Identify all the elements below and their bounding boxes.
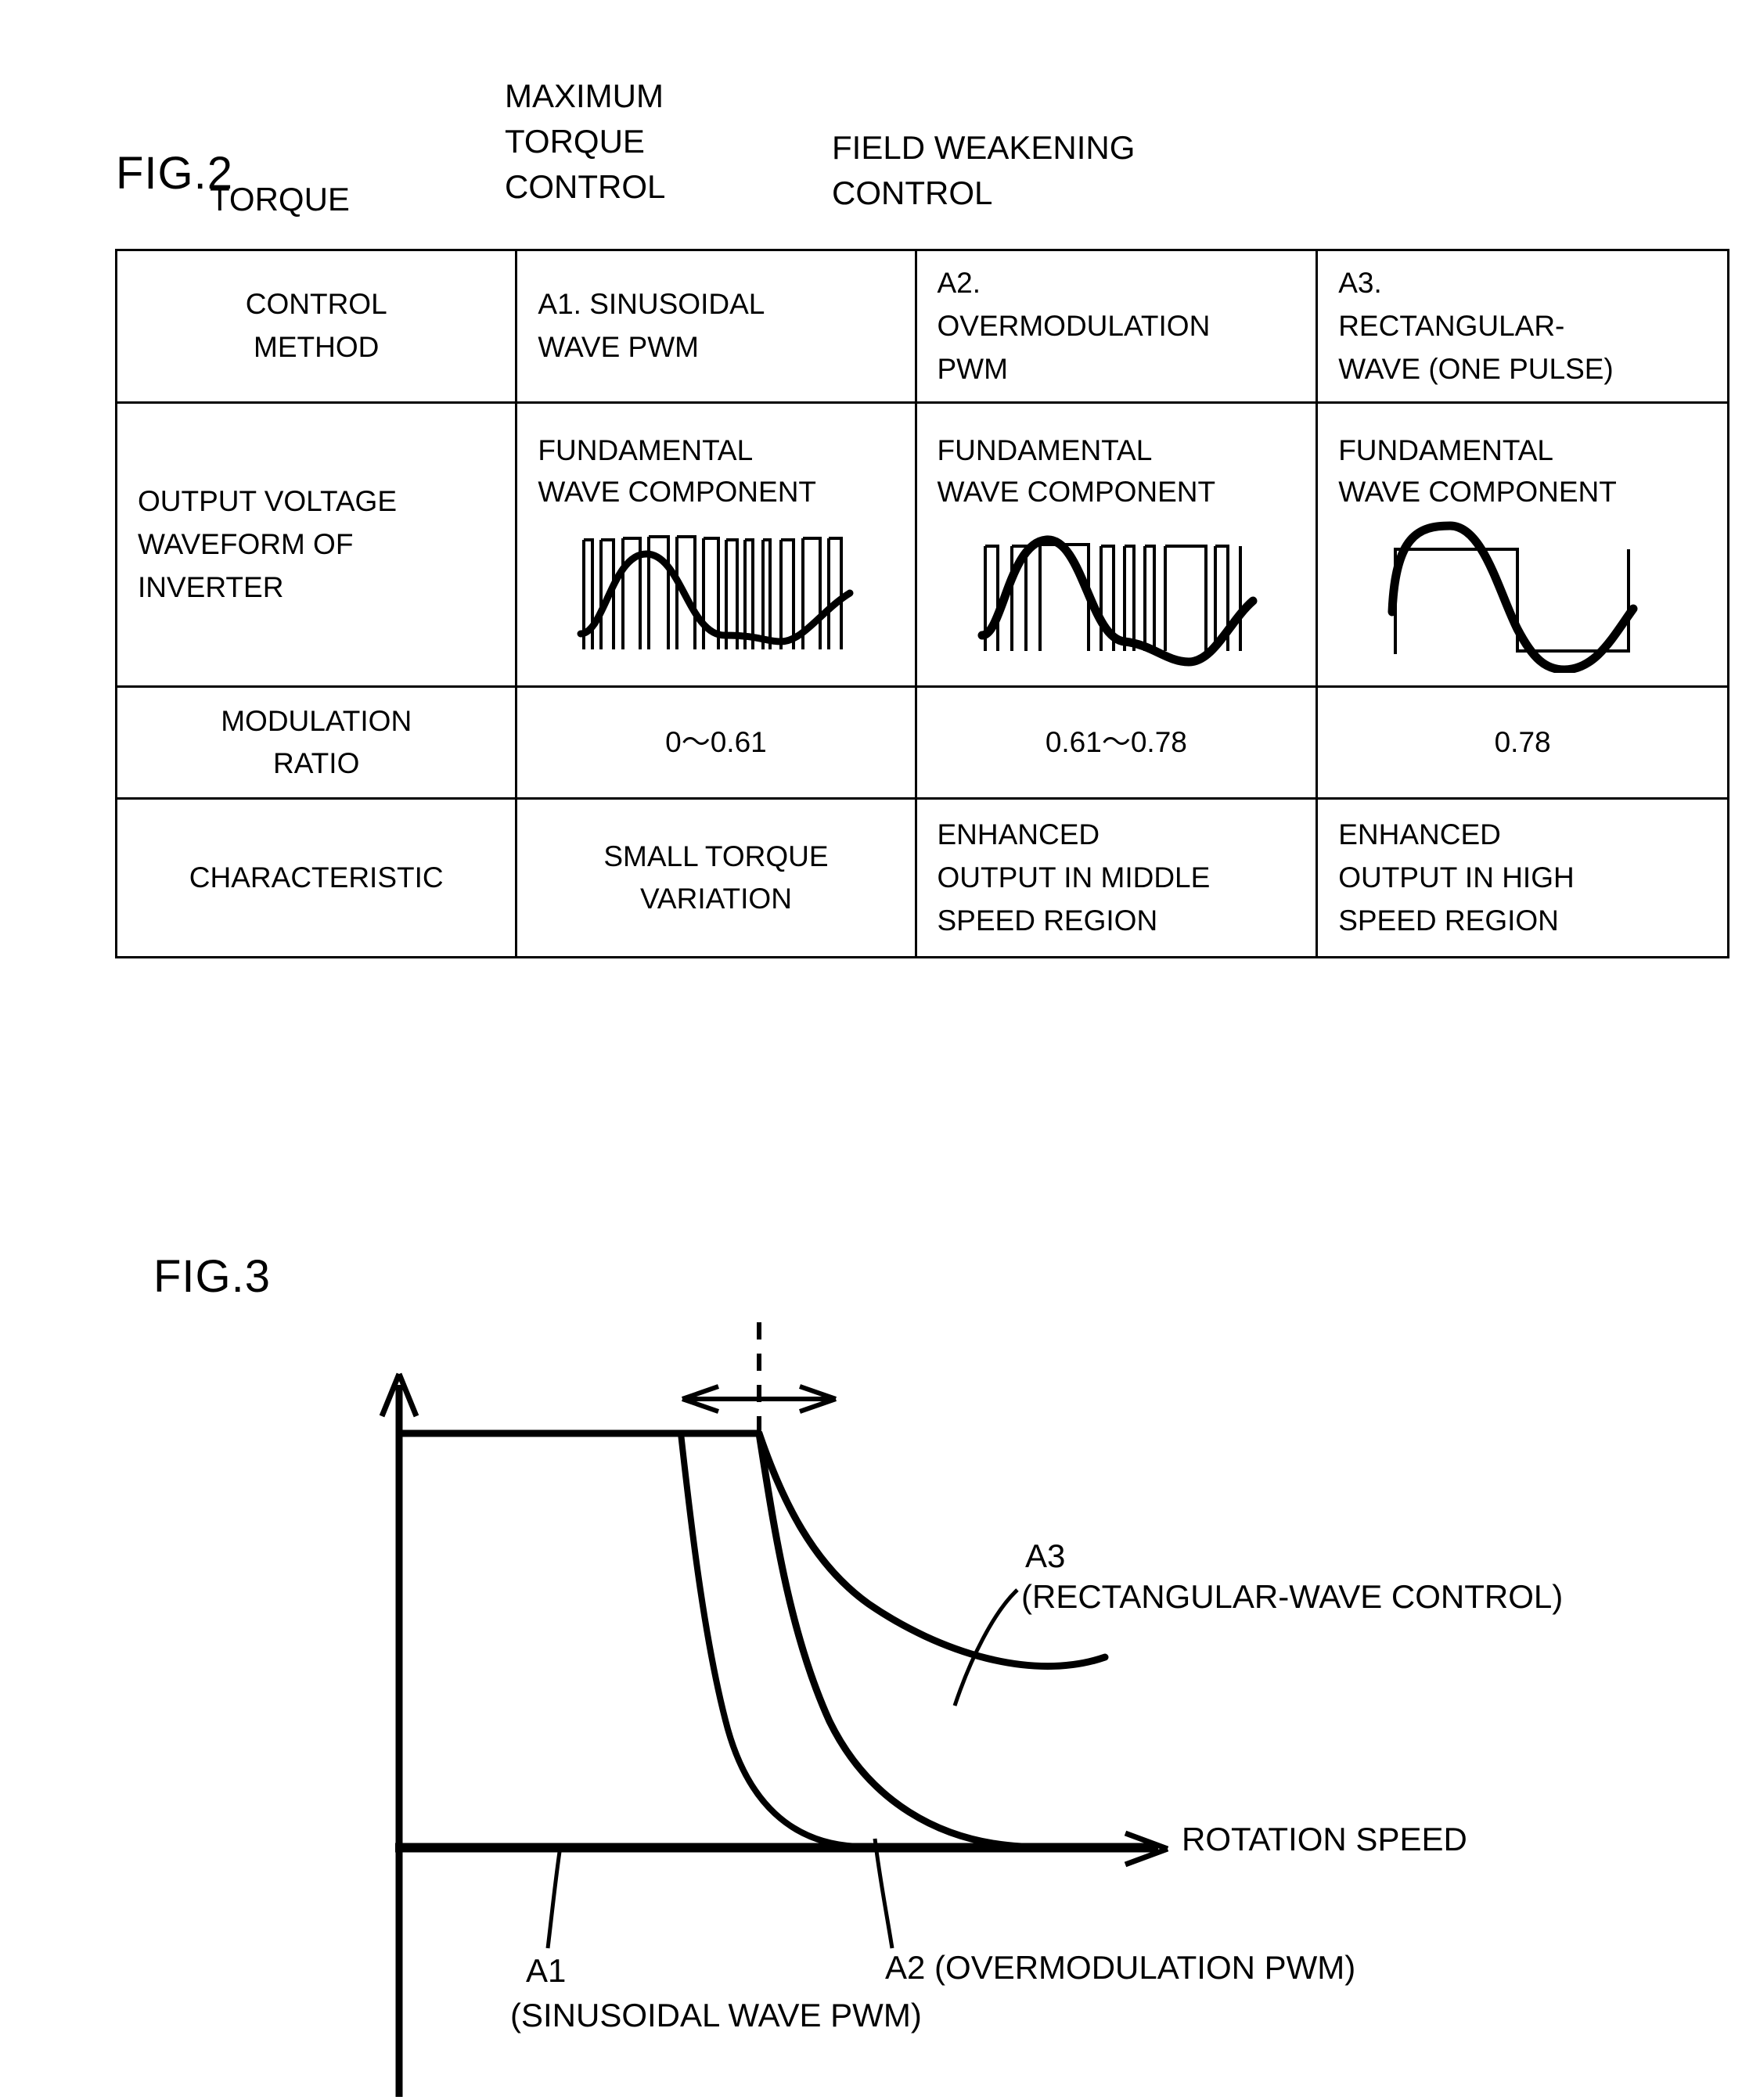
cell-a2-characteristic: ENHANCED OUTPUT IN MIDDLE SPEED REGION	[914, 797, 1319, 959]
cell-a2-fundamental-label: FUNDAMENTAL WAVE COMPONENT	[937, 433, 1216, 509]
cell-a1-characteristic-text: SMALL TORQUE VARIATION	[603, 840, 829, 915]
table-row-characteristic: CHARACTERISTIC SMALL TORQUE VARIATION ENH…	[114, 797, 1729, 959]
row-label-characteristic: CHARACTERISTIC	[114, 797, 518, 959]
x-axis-line	[395, 1830, 1169, 1868]
row-label-control-method-text: CONTROL METHOD	[245, 288, 387, 364]
rectangular-wave-waveform-icon	[1387, 521, 1638, 673]
x-axis-label: ROTATION SPEED	[1182, 1821, 1467, 1857]
cell-a1-modulation-ratio-text: 0～0.61	[665, 725, 767, 758]
cell-a2-title: A2. OVERMODULATION PWM	[914, 248, 1319, 405]
row-label-output-voltage-waveform-text: OUTPUT VOLTAGE WAVEFORM OF INVERTER	[138, 485, 397, 603]
table-row-modulation-ratio: MODULATION RATIO 0～0.61 0.61～0.78 0.78	[114, 685, 1729, 800]
cell-a1-characteristic: SMALL TORQUE VARIATION	[515, 797, 917, 959]
cell-a2-waveform: FUNDAMENTAL WAVE COMPONENT	[914, 401, 1319, 689]
curve-label-a3: A3	[1025, 1537, 1066, 1574]
cell-a2-title-text: A2. OVERMODULATION PWM	[937, 267, 1211, 385]
cell-a2-characteristic-text: ENHANCED OUTPUT IN MIDDLE SPEED REGION	[937, 818, 1211, 937]
region-label-field-weakening-control: FIELD WEAKENING CONTROL	[832, 129, 1136, 211]
y-axis-label: TORQUE	[210, 181, 350, 218]
cell-a3-modulation-ratio-text: 0.78	[1494, 725, 1551, 758]
curve-label-a1: A1	[526, 1952, 567, 1989]
cell-a2-modulation-ratio-text: 0.61～0.78	[1045, 725, 1187, 758]
curve-sublabel-a1: (SINUSOIDAL WAVE PWM)	[510, 1997, 922, 2033]
table-row-control-method: CONTROL METHOD A1. SINUSOIDAL WAVE PWM A2.…	[114, 248, 1729, 405]
sinusoidal-pwm-waveform-icon	[577, 534, 854, 649]
cell-a1-title: A1. SINUSOIDAL WAVE PWM	[515, 248, 917, 405]
table-row-output-voltage-waveform: OUTPUT VOLTAGE WAVEFORM OF INVERTER FUNDAM…	[114, 401, 1729, 689]
cell-a3-title-text: A3. RECTANGULAR- WAVE (ONE PULSE)	[1338, 267, 1614, 385]
cell-a1-fundamental-label: FUNDAMENTAL WAVE COMPONENT	[538, 433, 817, 509]
cell-a3-fundamental-label: FUNDAMENTAL WAVE COMPONENT	[1338, 433, 1617, 509]
row-label-characteristic-text: CHARACTERISTIC	[189, 861, 444, 894]
cell-a2-modulation-ratio: 0.61～0.78	[914, 685, 1319, 800]
row-label-modulation-ratio-text: MODULATION RATIO	[221, 704, 412, 780]
row-label-control-method: CONTROL METHOD	[114, 248, 518, 405]
cell-a3-waveform: FUNDAMENTAL WAVE COMPONENT	[1316, 401, 1729, 689]
leader-line-a1	[545, 1846, 563, 1949]
curve-label-a2: A2 (OVERMODULATION PWM)	[885, 1949, 1356, 1986]
cell-a1-waveform: FUNDAMENTAL WAVE COMPONENT	[515, 401, 917, 689]
fig3-torque-speed-chart	[379, 1322, 1169, 2097]
leader-line-a3	[952, 1588, 1019, 1706]
row-label-modulation-ratio: MODULATION RATIO	[114, 685, 518, 800]
overmodulation-pwm-waveform-icon	[977, 535, 1258, 667]
cell-a3-modulation-ratio: 0.78	[1316, 685, 1729, 800]
y-axis	[379, 1372, 419, 2097]
cell-a3-characteristic: ENHANCED OUTPUT IN HIGH SPEED REGION	[1316, 797, 1729, 959]
region-label-maximum-torque-control: MAXIMUM TORQUE CONTROL	[505, 77, 666, 205]
control-method-comparison-table: CONTROL METHOD A1. SINUSOIDAL WAVE PWM A2.…	[114, 248, 1729, 959]
cell-a1-modulation-ratio: 0～0.61	[515, 685, 917, 800]
curve-sublabel-a3: (RECTANGULAR-WAVE CONTROL)	[1021, 1578, 1564, 1615]
cell-a3-characteristic-text: ENHANCED OUTPUT IN HIGH SPEED REGION	[1338, 818, 1575, 937]
leader-line-a2	[873, 1838, 894, 1949]
cell-a1-title-text: A1. SINUSOIDAL WAVE PWM	[538, 288, 765, 364]
cell-a3-title: A3. RECTANGULAR- WAVE (ONE PULSE)	[1316, 248, 1729, 405]
row-label-output-voltage-waveform: OUTPUT VOLTAGE WAVEFORM OF INVERTER	[114, 401, 518, 689]
